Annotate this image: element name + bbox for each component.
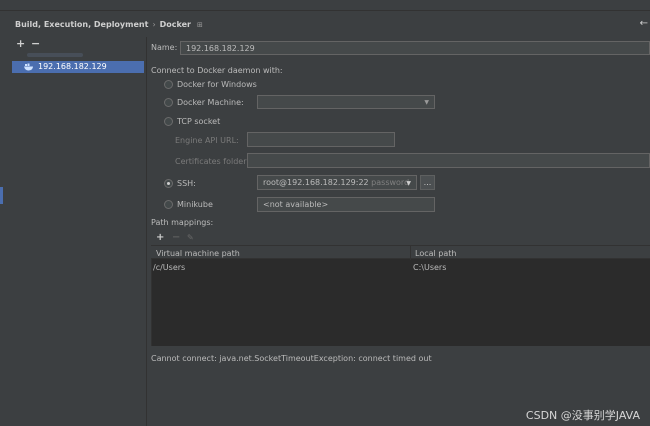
breadcrumb-parent[interactable]: Build, Execution, Deployment: [15, 20, 148, 29]
left-panel: [0, 37, 147, 426]
minikube-label: Minikube: [177, 200, 213, 209]
server-list-item-label: 192.168.182.129: [38, 62, 107, 71]
table-row[interactable]: /c/Users C:\Users: [151, 261, 650, 273]
docker-icon: [24, 63, 33, 71]
ssh-config-hint: password: [371, 178, 410, 187]
radio-tcp-socket[interactable]: [164, 117, 173, 126]
name-label: Name:: [151, 43, 178, 52]
row-vm-path: /c/Users: [153, 263, 186, 272]
docker-machine-select[interactable]: ▼: [257, 95, 435, 109]
name-input[interactable]: 192.168.182.129: [180, 41, 650, 55]
docker-windows-label: Docker for Windows: [177, 80, 257, 89]
cert-folder-label: Certificates folder:: [175, 157, 250, 166]
breadcrumb-current: Docker: [159, 20, 191, 29]
ssh-config-select[interactable]: root@192.168.182.129:22 password ▼: [257, 175, 417, 190]
connection-status: Cannot connect: java.net.SocketTimeoutEx…: [151, 354, 432, 363]
cert-folder-input[interactable]: [247, 153, 650, 168]
ssh-config-value: root@192.168.182.129:22: [263, 178, 369, 187]
column-header-local-path[interactable]: Local path: [415, 249, 456, 258]
connect-label: Connect to Docker daemon with:: [151, 66, 283, 75]
engine-api-input[interactable]: [247, 132, 395, 147]
mapping-edit-button[interactable]: ✎: [187, 233, 194, 242]
minikube-input[interactable]: <not available>: [257, 197, 435, 212]
remove-button[interactable]: −: [31, 37, 40, 50]
breadcrumb: Build, Execution, Deployment › Docker ⊞: [15, 20, 203, 29]
scroll-indicator: [0, 187, 3, 204]
path-mappings-toolbar: [151, 231, 650, 245]
mapping-remove-button[interactable]: −: [172, 232, 180, 243]
breadcrumb-separator: ›: [152, 20, 156, 29]
column-divider: [410, 245, 411, 260]
watermark: CSDN @没事别学JAVA: [525, 409, 640, 422]
radio-docker-windows[interactable]: [164, 80, 173, 89]
row-local-path: C:\Users: [413, 263, 447, 272]
column-header-vm-path[interactable]: Virtual machine path: [156, 249, 240, 258]
radio-ssh[interactable]: [164, 179, 173, 188]
chevron-down-icon: ▼: [406, 180, 411, 187]
back-arrow-icon[interactable]: ←: [640, 18, 648, 29]
server-list-item-selected[interactable]: 192.168.182.129: [12, 61, 144, 73]
window-top-bar: [0, 0, 650, 11]
browse-button[interactable]: ...: [420, 175, 435, 190]
pin-icon: ⊞: [197, 21, 203, 29]
radio-docker-machine[interactable]: [164, 98, 173, 107]
ssh-label: SSH:: [177, 179, 196, 188]
tcp-socket-label: TCP socket: [177, 117, 221, 126]
obscured-item: [27, 53, 83, 57]
chevron-down-icon: ▼: [424, 99, 429, 106]
engine-api-label: Engine API URL:: [175, 136, 239, 145]
radio-minikube[interactable]: [164, 200, 173, 209]
docker-machine-label: Docker Machine:: [177, 98, 244, 107]
path-mappings-label: Path mappings:: [151, 218, 214, 227]
mapping-add-button[interactable]: +: [156, 232, 164, 243]
add-button[interactable]: +: [16, 37, 25, 50]
